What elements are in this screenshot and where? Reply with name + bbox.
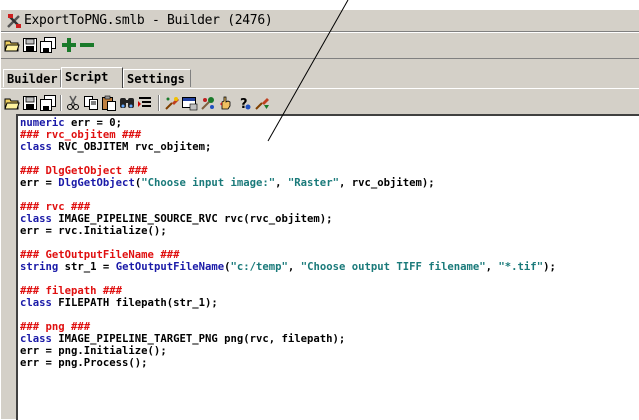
code-string: "Choose input image:": [141, 177, 276, 189]
minus-icon[interactable]: [79, 37, 95, 53]
code-line: ### rvc_objitem ###: [20, 129, 639, 141]
tab-script-label: Script: [65, 70, 109, 84]
plus-icon[interactable]: [61, 37, 77, 53]
code-keyword: class: [20, 333, 52, 345]
run-icon[interactable]: [164, 95, 180, 111]
code-line: class IMAGE_PIPELINE_SOURCE_RVC rvc(rvc_…: [20, 213, 639, 225]
title-bar[interactable]: ExportToPNG.smlb - Builder (2476): [1, 10, 639, 32]
code-text: IMAGE_PIPELINE_TARGET_PNG png(rvc, filep…: [51, 333, 346, 345]
code-line: class RVC_OBJITEM rvc_objitem;: [20, 141, 639, 153]
code-line: ### GetOutputFileName ###: [20, 249, 639, 261]
script-toolbar: ?: [1, 91, 639, 113]
help-icon[interactable]: ?: [236, 95, 252, 111]
code-line: ### DlgGetObject ###: [20, 165, 639, 177]
code-text: FILEPATH filepath(str_1);: [51, 297, 218, 309]
tab-builder-label: Builder: [7, 72, 58, 86]
code-line: string str_1 = GetOutputFileName("c:/tem…: [20, 261, 639, 273]
code-comment: ### DlgGetObject ###: [20, 165, 148, 177]
code-line: numeric err = 0;: [20, 117, 639, 129]
code-line: class FILEPATH filepath(str_1);: [20, 297, 639, 309]
code-line: ### rvc ###: [20, 201, 639, 213]
code-keyword: class: [20, 141, 52, 153]
code-text: ,: [287, 261, 301, 273]
code-line: err = rvc.Initialize();: [20, 225, 639, 237]
save-icon[interactable]: [22, 95, 38, 111]
code-area[interactable]: numeric err = 0; ### rvc_objitem ### class…: [18, 116, 639, 369]
main-toolbar: [1, 32, 639, 59]
code-text: );: [543, 261, 556, 273]
code-text: err = 0;: [64, 117, 123, 129]
open-folder-icon[interactable]: [4, 95, 20, 111]
code-string: "*.tif": [498, 261, 544, 273]
window-title: ExportToPNG.smlb - Builder (2476): [24, 13, 273, 28]
dialog-icon[interactable]: [182, 95, 198, 111]
code-string: "Raster": [287, 177, 339, 189]
code-keyword: class: [20, 213, 52, 225]
code-line: ### filepath ###: [20, 285, 639, 297]
code-text: IMAGE_PIPELINE_SOURCE_RVC rvc(rvc_objite…: [51, 213, 333, 225]
tab-settings-label: Settings: [127, 72, 185, 86]
save-icon[interactable]: [22, 37, 38, 53]
code-line: err = png.Process();: [20, 357, 639, 369]
tab-settings[interactable]: Settings: [123, 69, 191, 87]
hand-icon[interactable]: [218, 95, 234, 111]
code-text: err =: [20, 177, 59, 189]
toolbar-separator: [60, 95, 62, 111]
code-comment: ### filepath ###: [20, 285, 123, 297]
format-icon[interactable]: [137, 95, 153, 111]
tab-strip: Builder Script Settings: [1, 67, 639, 89]
code-comment: ### png ###: [20, 321, 91, 333]
code-text: , rvc_objitem);: [338, 177, 435, 189]
copy-icon[interactable]: [83, 95, 99, 111]
step-icon[interactable]: [254, 95, 270, 111]
save-all-icon[interactable]: [40, 95, 56, 111]
code-text: err = rvc.Initialize();: [20, 225, 167, 237]
app-tools-icon: [7, 14, 21, 28]
code-comment: ### rvc ###: [20, 201, 91, 213]
tools-icon[interactable]: [200, 95, 216, 111]
builder-window: ExportToPNG.smlb - Builder (2476) Builde…: [0, 9, 639, 420]
code-keyword: numeric: [20, 117, 65, 129]
code-text: err = png.Initialize();: [20, 345, 167, 357]
code-line: err = png.Initialize();: [20, 345, 639, 357]
cut-icon[interactable]: [65, 95, 81, 111]
code-keyword: class: [20, 297, 52, 309]
code-line: ### png ###: [20, 321, 639, 333]
code-string: "c:/temp": [230, 261, 288, 273]
code-comment: ### rvc_objitem ###: [20, 129, 142, 141]
code-text: ,: [275, 177, 288, 189]
code-function: DlgGetObject: [58, 177, 135, 189]
script-editor[interactable]: numeric err = 0; ### rvc_objitem ### class…: [16, 114, 639, 420]
code-keyword: string: [20, 261, 59, 273]
code-string: "Choose output TIFF filename": [300, 261, 486, 273]
paste-icon[interactable]: [101, 95, 117, 111]
code-comment: ### GetOutputFileName ###: [20, 249, 180, 261]
find-icon[interactable]: [119, 95, 135, 111]
tab-builder[interactable]: Builder: [3, 69, 61, 87]
tab-divider: [1, 88, 639, 89]
code-function: GetOutputFileName: [115, 261, 225, 273]
code-text: err = png.Process();: [20, 357, 148, 369]
save-all-icon[interactable]: [40, 37, 56, 53]
code-line: err = DlgGetObject("Choose input image:"…: [20, 177, 639, 189]
code-text: str_1 =: [58, 261, 116, 273]
open-folder-icon[interactable]: [4, 37, 20, 53]
code-line: class IMAGE_PIPELINE_TARGET_PNG png(rvc,…: [20, 333, 639, 345]
code-text: ,: [485, 261, 499, 273]
tab-script[interactable]: Script: [61, 67, 123, 88]
code-text: RVC_OBJITEM rvc_objitem;: [51, 141, 212, 153]
toolbar-separator: [158, 95, 160, 111]
